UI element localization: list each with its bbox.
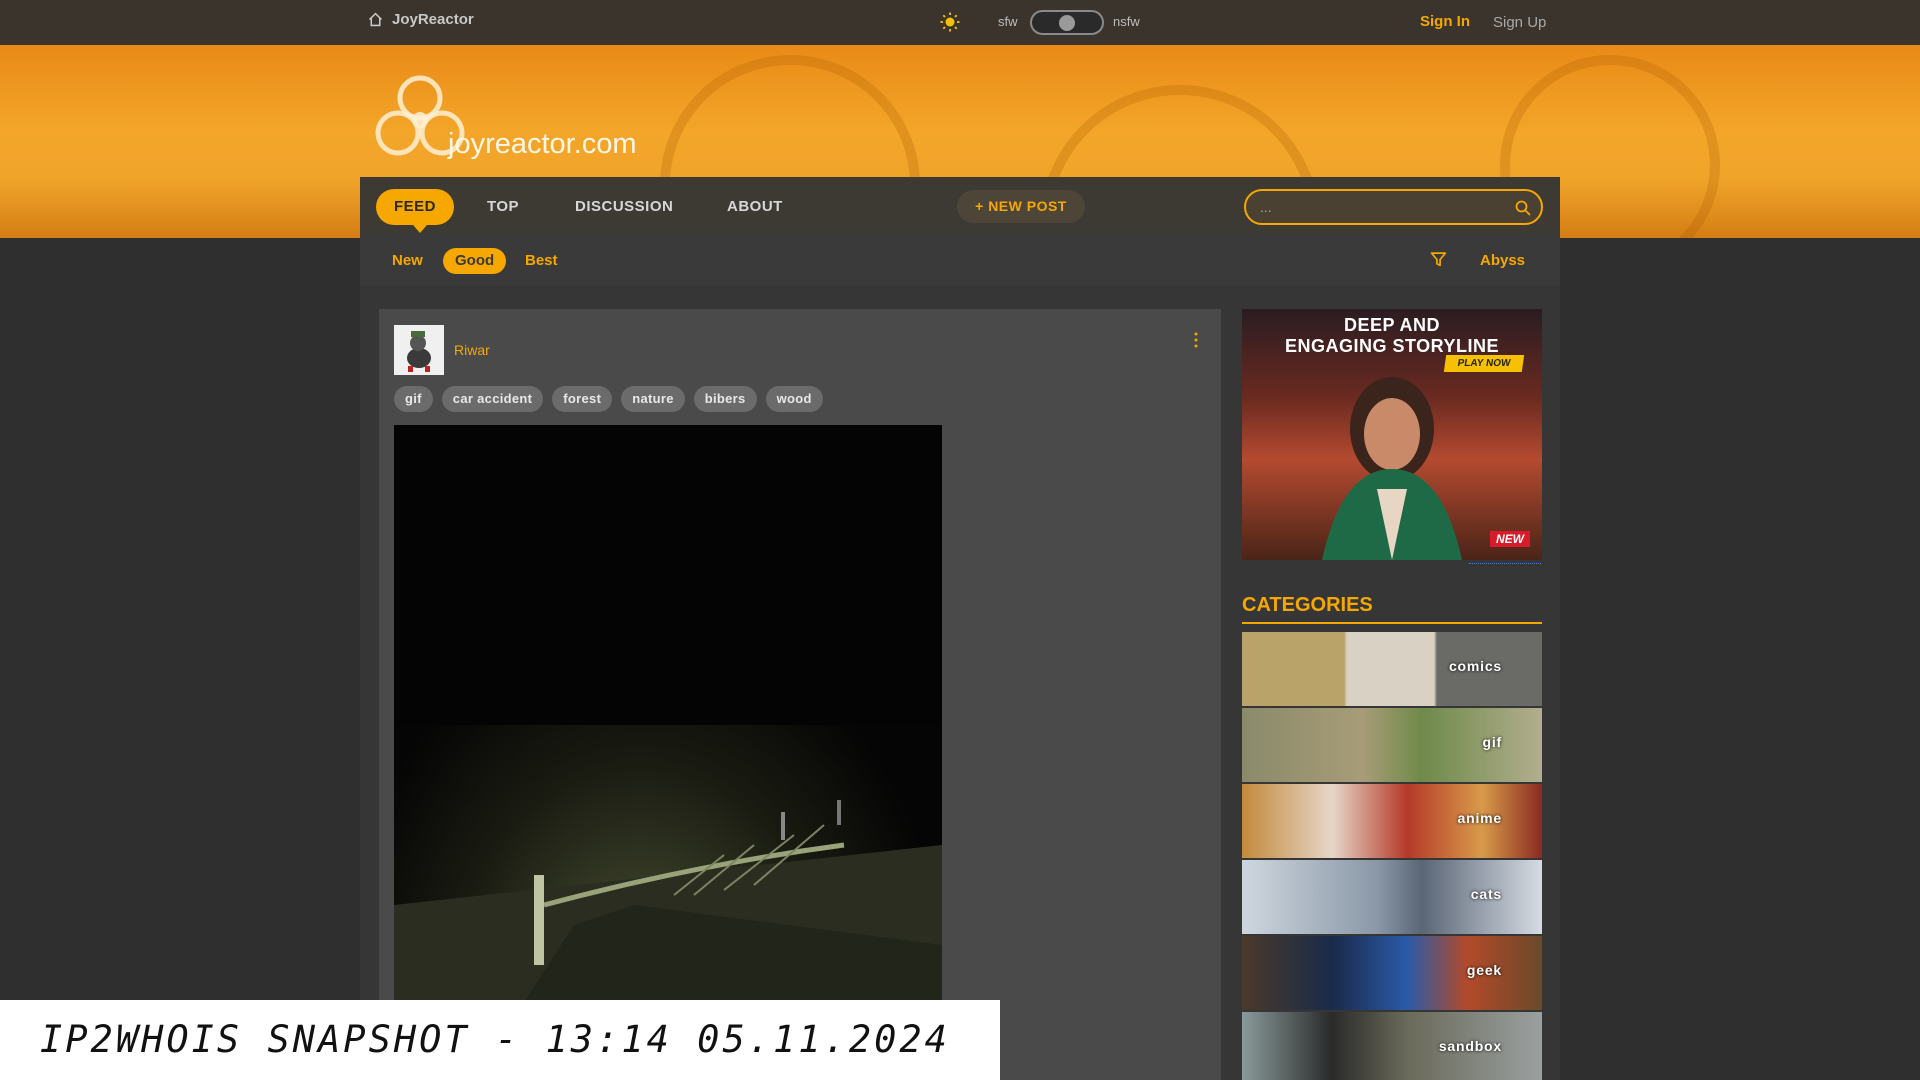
home-label: JoyReactor [392, 11, 474, 28]
category-gif[interactable]: gif [1242, 708, 1542, 782]
ad-headline: DEEP AND ENGAGING STORYLINE [1242, 315, 1542, 357]
sidebar-ad[interactable]: DEEP AND ENGAGING STORYLINE PLAY NOW NEW [1242, 309, 1542, 560]
ad-attribution-link[interactable] [1469, 559, 1541, 564]
watermark-text: IP2WHOIS SNAPSHOT - 13:14 05.11.2024 [40, 1018, 950, 1061]
search-icon[interactable] [1515, 200, 1531, 216]
tab-feed[interactable]: FEED [376, 189, 455, 233]
toggle-knob [1059, 15, 1075, 31]
tag-wood[interactable]: wood [765, 386, 823, 412]
tag-bibers[interactable]: bibers [693, 386, 757, 412]
sign-up-link[interactable]: Sign Up [1493, 14, 1546, 31]
ad-headline-line2: ENGAGING STORYLINE [1284, 336, 1500, 356]
ad-headline-line1: DEEP AND [1343, 315, 1441, 335]
post-author[interactable]: Riwar [454, 342, 490, 358]
category-geek[interactable]: geek [1242, 936, 1542, 1010]
nsfw-label: nsfw [1113, 14, 1140, 29]
category-cats[interactable]: cats [1242, 860, 1542, 934]
filter-best[interactable]: Best [525, 248, 558, 274]
category-sandbox[interactable]: sandbox [1242, 1012, 1542, 1080]
sfw-label: sfw [998, 14, 1018, 29]
tab-top[interactable]: TOP [487, 189, 519, 225]
categories-heading: CATEGORIES [1242, 594, 1373, 616]
night-road-image [394, 425, 942, 1080]
filter-new[interactable]: New [392, 248, 423, 274]
tag-forest[interactable]: forest [552, 386, 613, 412]
search-input[interactable] [1260, 197, 1500, 217]
more-options-icon[interactable] [1193, 331, 1199, 349]
new-post-button[interactable]: + NEW POST [957, 190, 1085, 223]
tab-about[interactable]: ABOUT [727, 189, 783, 225]
filter-funnel-icon[interactable] [1430, 251, 1447, 268]
tag-gif[interactable]: gif [394, 386, 433, 412]
category-anime-label: anime [1457, 810, 1502, 826]
sign-in-link[interactable]: Sign In [1420, 13, 1470, 30]
post-tags: gif car accident forest nature bibers wo… [394, 386, 823, 412]
tag-nature[interactable]: nature [621, 386, 685, 412]
search-box [1244, 189, 1543, 225]
category-cats-label: cats [1470, 886, 1502, 902]
category-sandbox-label: sandbox [1438, 1038, 1502, 1054]
snapshot-watermark: IP2WHOIS SNAPSHOT - 13:14 05.11.2024 [0, 1000, 1000, 1080]
ad-new-badge: NEW [1490, 531, 1530, 547]
category-comics[interactable]: comics [1242, 632, 1542, 706]
abyss-link[interactable]: Abyss [1480, 252, 1525, 269]
tag-car-accident[interactable]: car accident [441, 386, 544, 412]
top-bar: JoyReactor sfw nsfw Sign In Sign Up [0, 0, 1920, 45]
post-gif-media[interactable] [394, 425, 942, 1080]
home-link[interactable]: JoyReactor [367, 11, 474, 28]
post-card: Riwar gif car accident forest nature bib… [379, 309, 1221, 1080]
tab-discussion[interactable]: DISCUSSION [575, 189, 673, 225]
filter-good[interactable]: Good [443, 248, 507, 274]
category-comics-label: comics [1448, 658, 1502, 674]
site-logo-text[interactable]: joyreactor.com [448, 128, 637, 161]
avatar[interactable] [394, 325, 444, 375]
ad-play-now-button[interactable]: PLAY NOW [1443, 355, 1525, 372]
avatar-image [394, 325, 444, 375]
sfw-nsfw-toggle[interactable] [1030, 10, 1104, 35]
categories-divider [1242, 622, 1542, 624]
sub-nav: New Good Best Abyss [360, 233, 1560, 285]
home-icon [369, 12, 382, 27]
main-nav: FEED TOP DISCUSSION ABOUT + NEW POST [360, 177, 1560, 233]
category-gif-label: gif [1482, 734, 1502, 750]
category-geek-label: geek [1466, 962, 1502, 978]
category-anime[interactable]: anime [1242, 784, 1542, 858]
theme-sun-icon[interactable] [940, 12, 960, 32]
